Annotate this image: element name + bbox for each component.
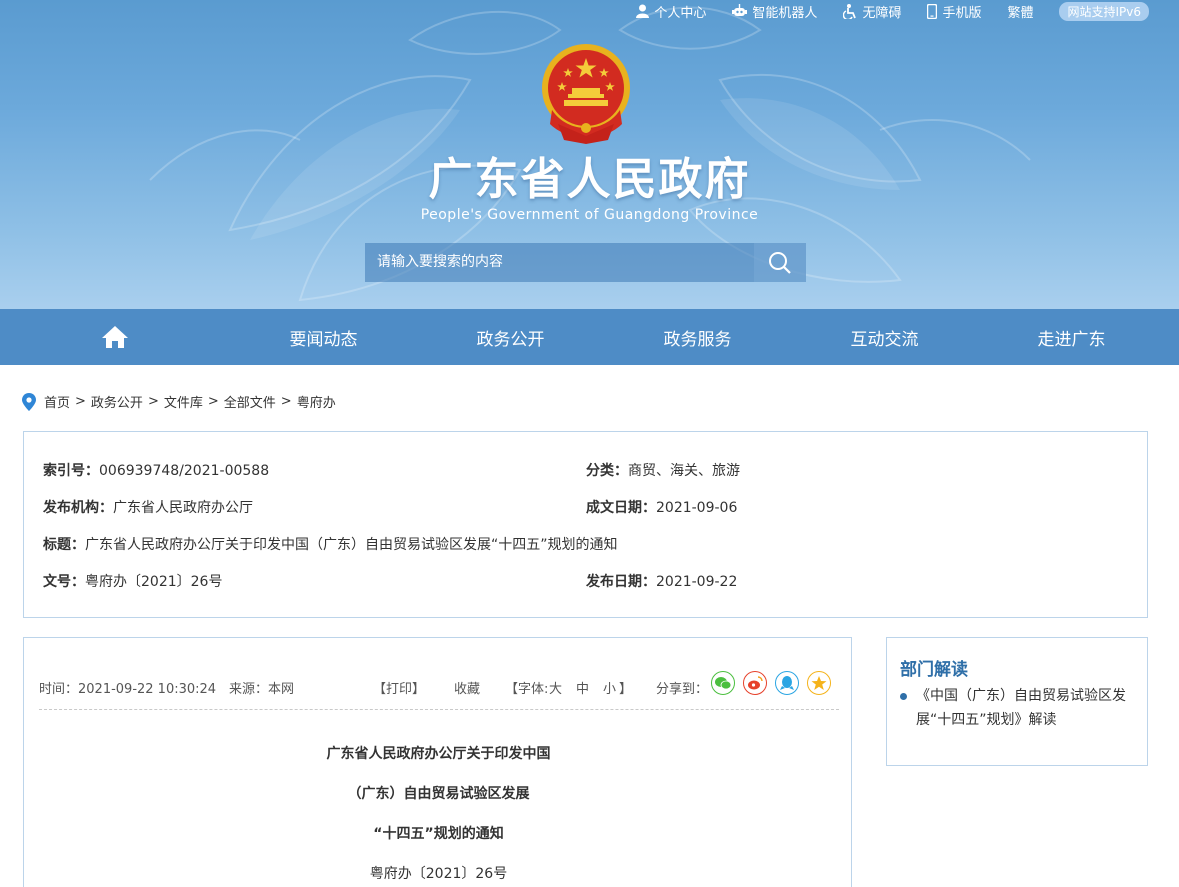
doc-number-row: 文号：粤府办〔2021〕26号	[43, 571, 222, 591]
font-large-button[interactable]: 大	[549, 678, 562, 697]
search-input[interactable]: 请输入要搜索的内容	[365, 243, 754, 282]
weibo-icon	[748, 676, 763, 690]
index-number-row: 索引号：006939748/2021-00588	[43, 460, 269, 480]
category-row: 分类：商贸、海关、旅游	[586, 460, 740, 480]
accessibility-link[interactable]: 无障碍	[843, 2, 901, 21]
breadcrumb: 首页 > 政务公开 > 文件库 > 全部文件 > 粤府办	[22, 392, 336, 411]
nav-about-guangdong[interactable]: 走进广东	[978, 309, 1165, 365]
ipv6-badge: 网站支持IPv6	[1059, 1, 1149, 21]
publisher-value: 广东省人民政府办公厅	[113, 500, 253, 516]
publish-date-row: 发布日期：2021-09-22	[586, 571, 737, 591]
doc-number-value: 粤府办〔2021〕26号	[85, 574, 223, 590]
user-center-link[interactable]: 个人中心	[636, 2, 706, 21]
index-number-value: 006939748/2021-00588	[99, 463, 270, 479]
breadcrumb-separator: >	[207, 394, 219, 409]
mobile-link[interactable]: 手机版	[927, 2, 981, 21]
document-info-box: 索引号：006939748/2021-00588 分类：商贸、海关、旅游 发布机…	[23, 431, 1148, 618]
search-icon	[769, 251, 791, 274]
written-date-value: 2021-09-06	[656, 500, 738, 516]
national-emblem-icon	[542, 44, 630, 144]
doc-title-line-1: 广东省人民政府办公厅关于印发中国	[326, 746, 551, 762]
doc-title-line-3: “十四五”规划的通知	[373, 826, 504, 842]
user-icon	[636, 4, 650, 18]
nav-news[interactable]: 要闻动态	[230, 309, 417, 365]
written-date-label: 成文日期：	[586, 500, 656, 516]
sidebar-item-label: 《中国（广东）自由贸易试验区发展“十四五”规划》解读	[916, 688, 1126, 728]
breadcrumb-current[interactable]: 粤府办	[297, 392, 336, 411]
site-title: 广东省人民政府	[428, 154, 751, 205]
doc-number-label: 文号：	[43, 574, 85, 590]
dept-interpretation-box: 部门解读 《中国（广东）自由贸易试验区发展“十四五”规划》解读	[886, 637, 1148, 766]
traditional-chinese-link[interactable]: 繁體	[1007, 2, 1033, 21]
font-size-prefix: 【字体:	[505, 682, 549, 697]
written-date-row: 成文日期：2021-09-06	[586, 497, 737, 517]
doc-number: 粤府办〔2021〕26号	[369, 866, 508, 882]
font-small-button[interactable]: 小	[603, 678, 616, 697]
nav-interaction[interactable]: 互动交流	[791, 309, 978, 365]
print-button[interactable]: 【打印】	[373, 678, 425, 697]
mobile-icon	[927, 3, 938, 19]
breadcrumb-home[interactable]: 首页	[44, 392, 70, 411]
robot-link[interactable]: 智能机器人	[732, 2, 817, 21]
accessibility-label: 无障碍	[862, 5, 902, 21]
nav-gov-affairs-open[interactable]: 政务公开	[417, 309, 604, 365]
top-utility-bar: 个人中心 智能机器人 无障碍 手机版 繁體 网站支持IPv6	[636, 0, 1179, 22]
breadcrumb-gov-open[interactable]: 政务公开	[91, 392, 143, 411]
category-value: 商贸、海关、旅游	[628, 463, 740, 479]
site-subtitle: People's Government of Guangdong Provinc…	[420, 207, 759, 223]
home-icon	[102, 326, 128, 348]
qzone-icon	[811, 676, 827, 690]
share-weibo-button[interactable]	[743, 671, 767, 695]
doc-title-line-2: （广东）自由贸易试验区发展	[347, 786, 530, 802]
share-wechat-button[interactable]	[711, 671, 735, 695]
qq-icon	[780, 675, 794, 690]
search-bar: 请输入要搜索的内容	[365, 243, 806, 282]
header-banner: 个人中心 智能机器人 无障碍 手机版 繁體 网站支持IPv6 广东省人民政府 P…	[0, 0, 1179, 309]
share-qzone-button[interactable]	[807, 671, 831, 695]
publish-date-label: 发布日期：	[586, 574, 656, 590]
robot-label: 智能机器人	[752, 5, 818, 21]
publish-time: 时间：2021-09-22 10:30:24	[39, 682, 217, 697]
breadcrumb-separator: >	[75, 394, 86, 409]
bullet-icon	[900, 693, 907, 700]
title-row: 标题：广东省人民政府办公厅关于印发中国（广东）自由贸易试验区发展“十四五”规划的…	[43, 534, 618, 554]
nav-gov-services[interactable]: 政务服务	[604, 309, 791, 365]
mobile-label: 手机版	[942, 5, 982, 21]
breadcrumb-separator: >	[147, 394, 159, 409]
category-label: 分类：	[586, 463, 628, 479]
index-number-label: 索引号：	[43, 463, 99, 479]
title-value: 广东省人民政府办公厅关于印发中国（广东）自由贸易试验区发展“十四五”规划的通知	[85, 537, 618, 553]
article-box: 时间：2021-09-22 10:30:24 来源：本网 【打印】 收藏 【字体…	[23, 637, 852, 887]
source: 来源：本网	[229, 682, 295, 697]
favorite-button[interactable]: 收藏	[454, 678, 480, 697]
publisher-label: 发布机构：	[43, 500, 113, 516]
search-button[interactable]	[754, 243, 806, 282]
breadcrumb-separator: >	[280, 394, 292, 409]
meta-divider	[39, 709, 839, 710]
sidebar-item[interactable]: 《中国（广东）自由贸易试验区发展“十四五”规划》解读	[900, 684, 1140, 732]
traditional-chinese-label: 繁體	[1007, 5, 1034, 21]
nav-home[interactable]	[0, 309, 230, 365]
main-nav: 要闻动态 政务公开 政务服务 互动交流 走进广东	[0, 309, 1179, 365]
article-meta-bar: 时间：2021-09-22 10:30:24 来源：本网 【打印】 收藏 【字体…	[39, 671, 839, 701]
publish-date-value: 2021-09-22	[656, 574, 738, 590]
share-label: 分享到：	[656, 682, 709, 697]
font-size-suffix: 】	[619, 682, 633, 697]
share-qq-button[interactable]	[775, 671, 799, 695]
title-label: 标题：	[43, 537, 85, 553]
breadcrumb-all-files[interactable]: 全部文件	[224, 392, 276, 411]
robot-icon	[732, 4, 748, 16]
breadcrumb-file-library[interactable]: 文件库	[164, 392, 203, 411]
font-medium-button[interactable]: 中	[576, 678, 589, 697]
user-center-label: 个人中心	[654, 5, 707, 21]
sidebar-heading: 部门解读	[900, 660, 968, 680]
publisher-row: 发布机构：广东省人民政府办公厅	[43, 497, 253, 517]
location-pin-icon	[22, 392, 36, 411]
wechat-icon	[715, 677, 731, 690]
accessibility-icon	[843, 3, 857, 19]
